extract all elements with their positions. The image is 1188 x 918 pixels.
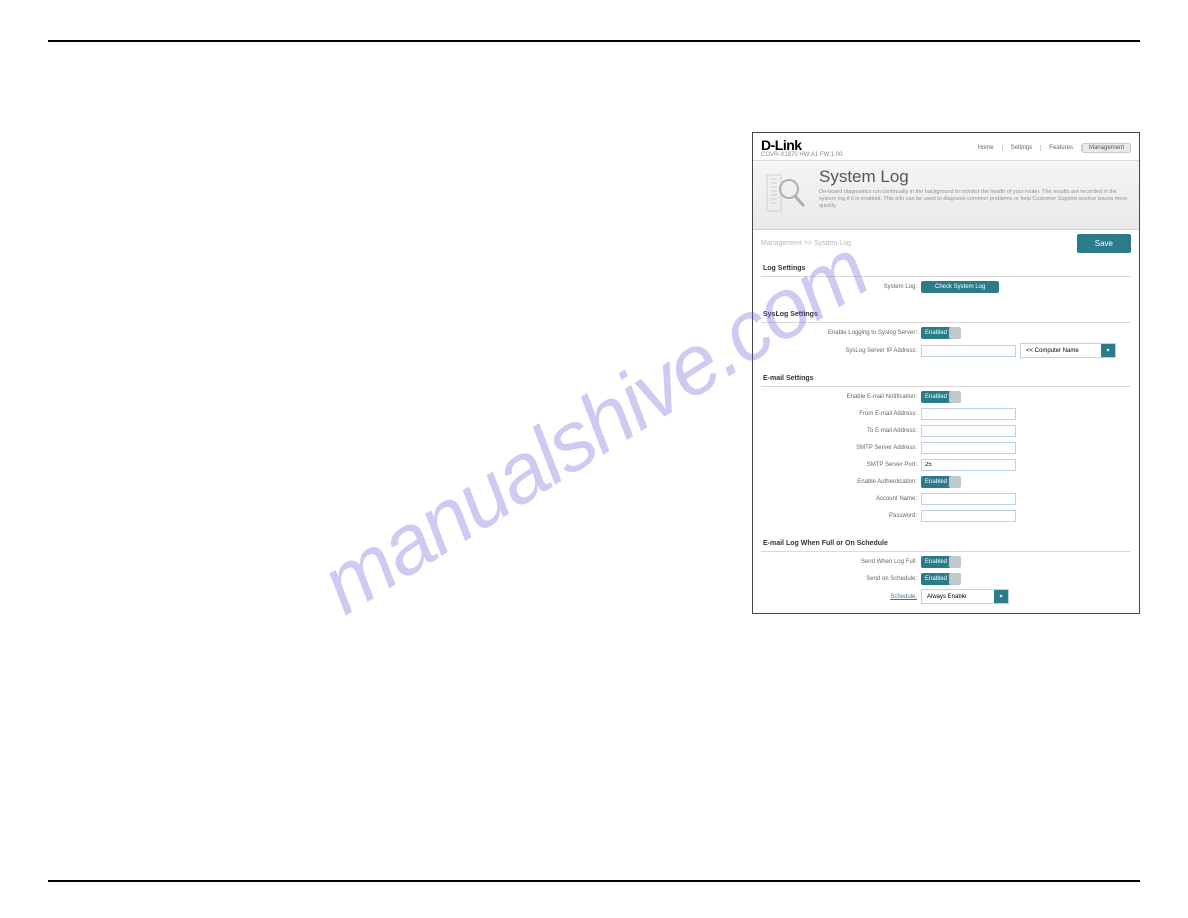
router-admin-panel: D-Link COVR-X1870 HW:A1 FW:1.00 Home Set… (752, 132, 1140, 614)
send-sched-label: Send on Schedule: (761, 576, 921, 582)
nav-home[interactable]: Home (970, 145, 1003, 151)
top-nav: Home Settings Features Management (970, 143, 1131, 153)
schedule-label[interactable]: Schedule: (761, 594, 921, 600)
password-label: Password: (761, 513, 921, 519)
system-log-label: System Log: (761, 284, 921, 290)
smtp-addr-input[interactable] (921, 442, 1016, 454)
to-email-input[interactable] (921, 425, 1016, 437)
enable-email-label: Enable E-mail Notification: (761, 394, 921, 400)
send-full-toggle[interactable]: Enabled (921, 556, 959, 568)
breadcrumb: Management >> System Log (761, 240, 851, 247)
enable-syslog-toggle[interactable]: Enabled (921, 327, 959, 339)
panel-header: D-Link COVR-X1870 HW:A1 FW:1.00 Home Set… (753, 133, 1139, 161)
top-rule (48, 40, 1140, 42)
from-email-input[interactable] (921, 408, 1016, 420)
section-syslog-settings: SysLog Settings (761, 307, 1131, 323)
send-sched-toggle[interactable]: Enabled (921, 573, 959, 585)
syslog-ip-label: SysLog Server IP Address: (761, 348, 921, 354)
chevron-down-icon: ▾ (994, 590, 1008, 603)
magnifier-icon (761, 167, 813, 219)
save-button[interactable]: Save (1077, 234, 1131, 253)
enable-email-toggle[interactable]: Enabled (921, 391, 959, 403)
computer-name-select[interactable]: << Computer Name ▾ (1020, 343, 1116, 358)
account-name-input[interactable] (921, 493, 1016, 505)
page-title: System Log (819, 167, 1131, 187)
enable-auth-label: Enable Authentication: (761, 479, 921, 485)
brand-model: COVR-X1870 HW:A1 FW:1.00 (761, 152, 842, 158)
from-email-label: From E-mail Address: (761, 411, 921, 417)
nav-settings[interactable]: Settings (1003, 145, 1042, 151)
smtp-addr-label: SMTP Server Address: (761, 445, 921, 451)
syslog-ip-input[interactable] (921, 345, 1016, 357)
breadcrumb-row: Management >> System Log Save (753, 230, 1139, 257)
password-input[interactable] (921, 510, 1016, 522)
schedule-select[interactable]: Always Enable ▾ (921, 589, 1009, 604)
nav-features[interactable]: Features (1041, 145, 1082, 151)
smtp-port-label: SMTP Server Port: (761, 462, 921, 468)
smtp-port-input[interactable] (921, 459, 1016, 471)
to-email-label: To E-mail Address: (761, 428, 921, 434)
section-email-settings: E-mail Settings (761, 371, 1131, 387)
section-email-log: E-mail Log When Full or On Schedule (761, 536, 1131, 552)
chevron-down-icon: ▾ (1101, 344, 1115, 357)
page-description: On-board diagnostics run continually in … (819, 189, 1131, 210)
send-full-label: Send When Log Full: (761, 559, 921, 565)
schedule-selected: Always Enable (927, 594, 966, 600)
check-system-log-button[interactable]: Check System Log (921, 281, 999, 293)
intro-banner: System Log On-board diagnostics run cont… (753, 161, 1139, 230)
enable-auth-toggle[interactable]: Enabled (921, 476, 959, 488)
brand-logo: D-Link (761, 137, 842, 153)
nav-management[interactable]: Management (1082, 143, 1131, 153)
section-log-settings: Log Settings (761, 261, 1131, 277)
computer-name-selected: << Computer Name (1026, 348, 1079, 354)
bottom-rule (48, 880, 1140, 882)
account-name-label: Account Name: (761, 496, 921, 502)
enable-syslog-label: Enable Logging to Syslog Server: (761, 330, 921, 336)
